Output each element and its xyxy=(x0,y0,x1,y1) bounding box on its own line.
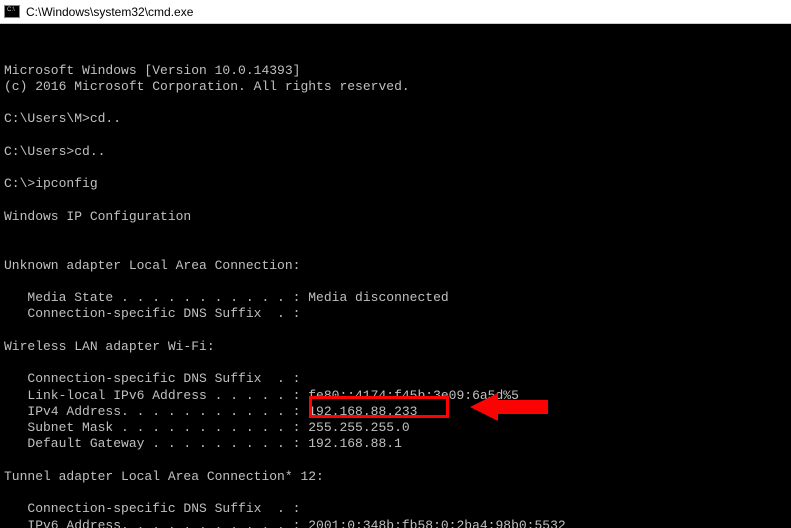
window-title: C:\Windows\system32\cmd.exe xyxy=(26,5,193,19)
console-line: IPv6 Address. . . . . . . . . . . : 2001… xyxy=(4,518,566,528)
console-line: Subnet Mask . . . . . . . . . . . : 255.… xyxy=(4,420,410,435)
console-line: Default Gateway . . . . . . . . . : 192.… xyxy=(4,436,402,451)
console-line: C:\Users\M>cd.. xyxy=(4,111,121,126)
console-line: C:\>ipconfig xyxy=(4,176,98,191)
cmd-icon: C:\ xyxy=(4,5,20,18)
console-content: Microsoft Windows [Version 10.0.14393] (… xyxy=(4,63,787,528)
console-line: Windows IP Configuration xyxy=(4,209,191,224)
console-line: Media State . . . . . . . . . . . : Medi… xyxy=(4,290,449,305)
console-line: C:\Users>cd.. xyxy=(4,144,105,159)
console-line: Connection-specific DNS Suffix . : xyxy=(4,306,300,321)
cmd-icon-text: C:\ xyxy=(7,7,15,13)
console-line: Unknown adapter Local Area Connection: xyxy=(4,258,300,273)
console-line: Connection-specific DNS Suffix . : xyxy=(4,371,300,386)
console-line: Link-local IPv6 Address . . . . . : fe80… xyxy=(4,388,519,403)
console-line: Connection-specific DNS Suffix . : xyxy=(4,501,300,516)
console-line: IPv4 Address. . . . . . . . . . . : 192.… xyxy=(4,404,417,419)
console-line: (c) 2016 Microsoft Corporation. All righ… xyxy=(4,79,410,94)
console-line: Tunnel adapter Local Area Connection* 12… xyxy=(4,469,324,484)
console-line: Wireless LAN adapter Wi-Fi: xyxy=(4,339,215,354)
window-titlebar[interactable]: C:\ C:\Windows\system32\cmd.exe xyxy=(0,0,791,24)
console-line: Microsoft Windows [Version 10.0.14393] xyxy=(4,63,300,78)
console-area[interactable]: Microsoft Windows [Version 10.0.14393] (… xyxy=(0,24,791,528)
